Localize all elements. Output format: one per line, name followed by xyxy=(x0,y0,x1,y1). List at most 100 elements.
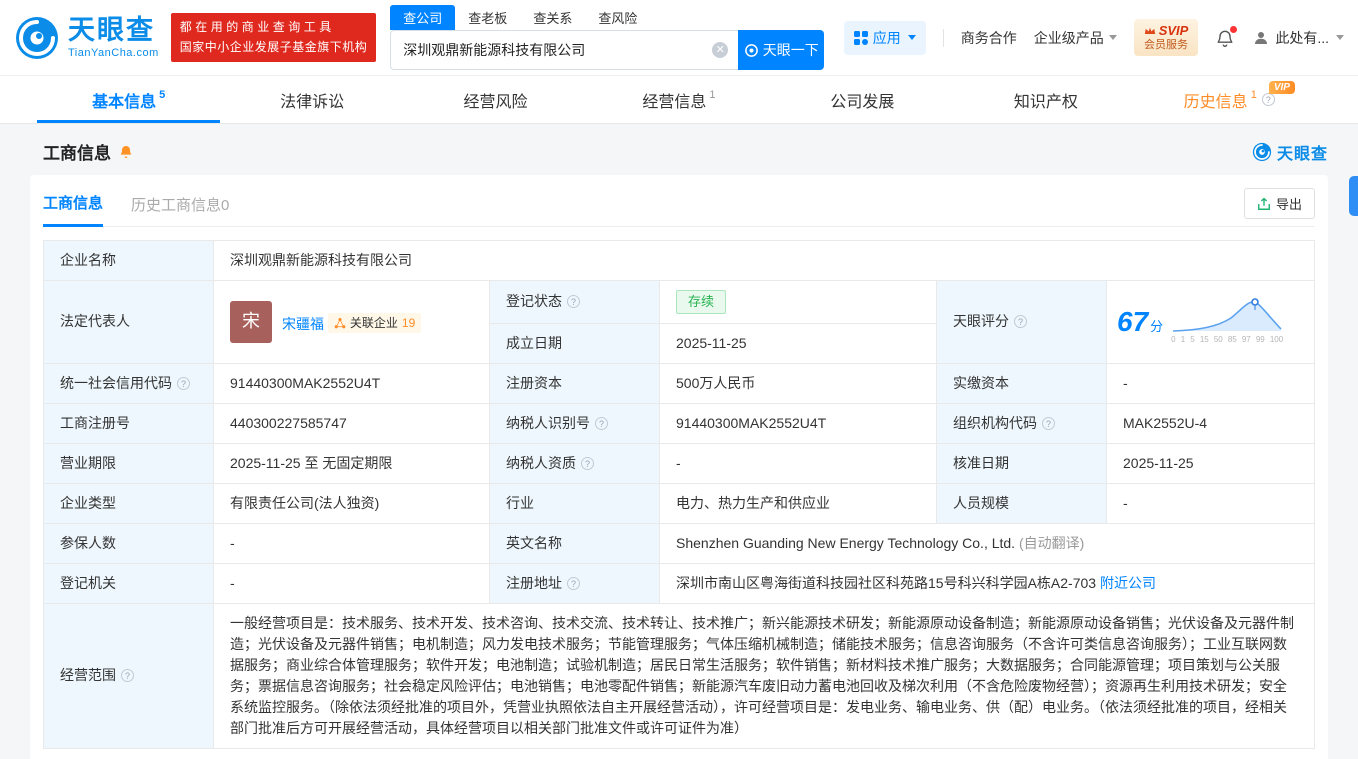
score-chart[interactable]: 015 15 50 85 97 99 100 xyxy=(1171,297,1283,346)
subtab-business-info[interactable]: 工商信息 xyxy=(43,192,104,227)
label-business-registration-number: 工商注册号 xyxy=(43,402,214,444)
user-account[interactable]: 此处有... xyxy=(1252,28,1344,48)
table-row: 经营范围 一般经营项目是：技术服务、技术开发、技术咨询、技术交流、技术转让、技术… xyxy=(43,602,1315,749)
label-business-term: 营业期限 xyxy=(43,442,214,484)
help-icon[interactable] xyxy=(567,295,580,309)
header-menu: 应用 商务合作 企业级产品 SVIP 会员服务 此处有... xyxy=(843,19,1344,56)
table-row: 企业名称 深圳观鼎新能源科技有限公司 xyxy=(43,240,1315,281)
search-area: 查公司 查老板 查关系 查风险 ✕ 天眼一下 xyxy=(390,5,825,70)
value-establishment-date: 2025-11-25 xyxy=(659,322,937,364)
divider xyxy=(942,28,944,47)
label-company-type: 企业类型 xyxy=(43,482,214,524)
value-business-term: 2025-11-25 至 无固定期限 xyxy=(213,442,490,484)
tianyancha-logo-icon xyxy=(1252,142,1272,161)
value-company-name: 深圳观鼎新能源科技有限公司 xyxy=(213,240,1315,281)
top-header: 天眼查 TianYanCha.com 都在用的商业查询工具 国家中小企业发展子基… xyxy=(0,0,1358,76)
search-tab-boss[interactable]: 查老板 xyxy=(455,5,520,30)
tab-basic-info[interactable]: 基本信息 5 xyxy=(37,76,221,123)
side-float-widget[interactable] xyxy=(1349,176,1358,216)
value-registered-capital: 500万人民币 xyxy=(659,362,937,404)
crown-icon xyxy=(1144,27,1155,34)
tab-company-development[interactable]: 公司发展 xyxy=(771,76,954,123)
tab-historical-info[interactable]: 历史信息1 VIP xyxy=(1138,76,1321,123)
notification-bell[interactable] xyxy=(1215,25,1238,48)
chevron-down-icon xyxy=(1108,35,1117,40)
value-approval-date: 2025-11-25 xyxy=(1106,442,1315,484)
card-tabs: 工商信息 历史工商信息0 导出 xyxy=(43,175,1315,227)
help-icon[interactable] xyxy=(567,576,580,590)
tab-intellectual-property[interactable]: 知识产权 xyxy=(954,76,1137,123)
export-icon xyxy=(1258,197,1270,210)
status-badge[interactable]: 存续 xyxy=(676,290,727,314)
enterprise-products-menu[interactable]: 企业级产品 xyxy=(1034,28,1117,48)
search-input[interactable] xyxy=(390,30,739,70)
network-icon xyxy=(334,318,346,329)
nearby-companies-link[interactable]: 附近公司 xyxy=(1100,575,1156,591)
business-cooperation-link[interactable]: 商务合作 xyxy=(961,28,1017,48)
tab-operational-risk[interactable]: 经营风险 xyxy=(404,76,587,123)
tab-legal-proceedings[interactable]: 法律诉讼 xyxy=(220,76,403,123)
tab-business-info[interactable]: 经营信息 1 xyxy=(587,76,770,123)
monitor-bell-icon[interactable] xyxy=(118,144,134,160)
primary-nav: 基本信息5 法律诉讼 经营风险 经营信息1 公司发展 知识产权 历史信息1 VI… xyxy=(0,76,1358,124)
help-icon[interactable] xyxy=(595,416,608,430)
related-companies-badge[interactable]: 关联企业 19 xyxy=(327,313,422,334)
label-establishment-date: 成立日期 xyxy=(489,322,660,364)
slogan-line1: 都在用的商业查询工具 xyxy=(179,20,335,35)
value-registration-status: 存续 xyxy=(659,280,937,324)
value-company-type: 有限责任公司(法人独资) xyxy=(213,482,490,524)
help-icon[interactable] xyxy=(1042,416,1055,430)
label-organization-code: 组织机构代码 xyxy=(936,402,1107,444)
search-tab-relation[interactable]: 查关系 xyxy=(520,5,585,30)
value-business-registration-number: 440300227585747 xyxy=(213,402,490,444)
vip-badge: VIP xyxy=(1268,81,1295,94)
brand-slogan-badge: 都在用的商业查询工具 国家中小企业发展子基金旗下机构 xyxy=(170,13,377,62)
chevron-down-icon xyxy=(1336,35,1344,40)
apps-menu[interactable]: 应用 xyxy=(843,20,926,55)
notification-dot xyxy=(1230,25,1238,33)
search-tab-company[interactable]: 查公司 xyxy=(390,5,456,30)
section-title: 工商信息 xyxy=(43,144,111,163)
value-staff-size: - xyxy=(1106,482,1315,524)
help-icon[interactable] xyxy=(177,376,190,390)
tianyancha-logo[interactable]: 天眼查 TianYanCha.com xyxy=(14,15,159,61)
label-english-name: 英文名称 xyxy=(489,522,660,564)
help-icon[interactable] xyxy=(1014,315,1027,329)
label-industry: 行业 xyxy=(489,482,660,524)
search-tabs: 查公司 查老板 查关系 查风险 xyxy=(390,5,824,30)
search-tab-risk[interactable]: 查风险 xyxy=(585,5,650,30)
help-icon[interactable] xyxy=(581,456,594,470)
table-row: 工商注册号 440300227585747 纳税人识别号 91440300MAK… xyxy=(43,402,1315,444)
svip-membership-button[interactable]: SVIP 会员服务 xyxy=(1133,19,1199,56)
search-button[interactable]: 天眼一下 xyxy=(738,30,825,70)
legal-rep-avatar[interactable]: 宋 xyxy=(230,300,272,343)
table-row: 参保人数 - 英文名称 Shenzhen Guanding New Energy… xyxy=(43,522,1315,564)
export-button[interactable]: 导出 xyxy=(1243,188,1315,219)
chevron-down-icon xyxy=(907,35,916,40)
help-icon[interactable] xyxy=(1261,93,1275,106)
label-staff-size: 人员规模 xyxy=(936,482,1107,524)
value-paid-in-capital: - xyxy=(1106,362,1315,404)
brand-domain: TianYanCha.com xyxy=(68,46,159,59)
eye-icon xyxy=(744,43,758,57)
tianyancha-watermark: 天眼查 xyxy=(1252,140,1328,164)
label-registered-address: 注册地址 xyxy=(489,562,660,604)
main-content: 工商信息 天眼查 工商信息 历史工商信息0 导出 企业名称 深圳观鼎新能源科技有… xyxy=(0,124,1358,759)
label-registered-capital: 注册资本 xyxy=(489,362,660,404)
score-value[interactable]: 67 分 xyxy=(1117,301,1163,343)
label-business-scope: 经营范围 xyxy=(43,602,214,749)
label-tianyan-score: 天眼评分 xyxy=(936,280,1107,364)
legal-rep-name-link[interactable]: 宋疆福 xyxy=(282,316,324,332)
subtab-history-business-info[interactable]: 历史工商信息0 xyxy=(131,194,229,226)
help-icon[interactable] xyxy=(121,669,134,682)
value-organization-code: MAK2552U-4 xyxy=(1106,402,1315,444)
table-row: 营业期限 2025-11-25 至 无固定期限 纳税人资质 - 核准日期 202… xyxy=(43,442,1315,484)
label-paid-in-capital: 实缴资本 xyxy=(936,362,1107,404)
label-unified-social-credit-code: 统一社会信用代码 xyxy=(43,362,214,404)
score-curve-icon xyxy=(1173,298,1282,333)
apps-grid-icon xyxy=(853,30,868,45)
label-registration-status: 登记状态 xyxy=(489,280,660,324)
table-row: 统一社会信用代码 91440300MAK2552U4T 注册资本 500万人民币… xyxy=(43,362,1315,404)
table-row: 企业类型 有限责任公司(法人独资) 行业 电力、热力生产和供应业 人员规模 - xyxy=(43,482,1315,524)
table-row: 法定代表人 宋 宋疆福 关联企业 19 登记状态? 存续 天眼评分? 67 分 … xyxy=(43,280,1315,364)
